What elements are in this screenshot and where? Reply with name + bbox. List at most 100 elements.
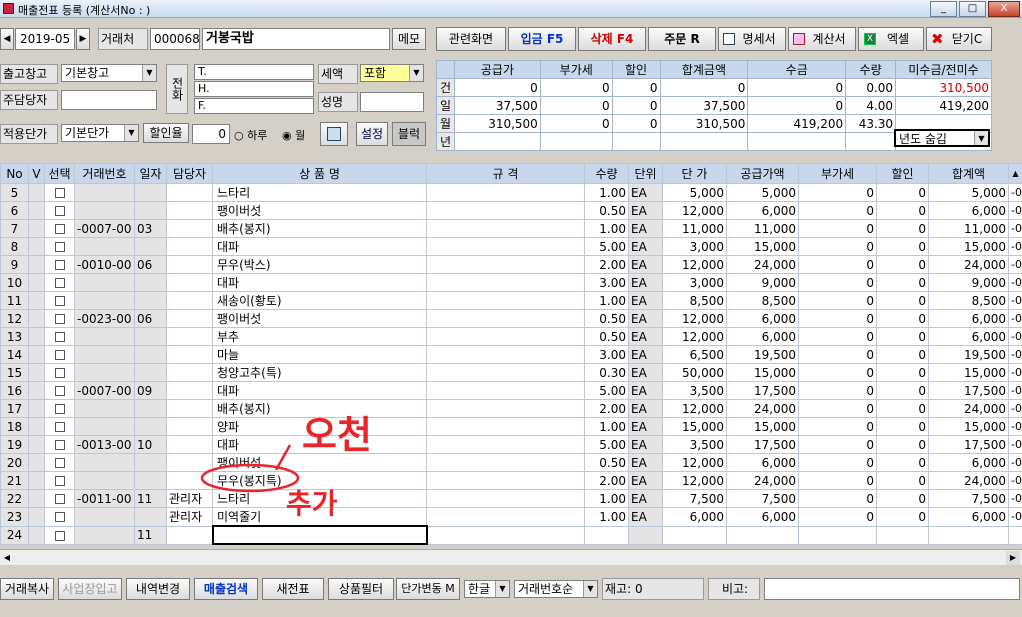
table-row[interactable]: 12 -0023-00 06 팽이버섯 0.50 EA 12,000 6,000 0 0 6,000…: [0, 309, 1022, 328]
row-select-checkbox[interactable]: [44, 327, 75, 346]
checkbox-icon[interactable]: [54, 422, 65, 432]
checkbox-icon[interactable]: [54, 278, 65, 288]
grid-header-2[interactable]: 선택: [44, 163, 75, 184]
copy-transaction-button[interactable]: 거래복사: [0, 578, 54, 600]
radio-day[interactable]: ○ 하루: [234, 127, 267, 143]
scroll-right-icon[interactable]: ▶: [1006, 551, 1020, 565]
row-select-checkbox[interactable]: [44, 255, 75, 274]
radio-month[interactable]: ◉ 월: [282, 127, 305, 143]
scroll-left-icon[interactable]: ◀: [0, 551, 14, 565]
table-row[interactable]: 7 -0007-00 03 배추(봉지) 1.00 EA 11,000 11,000 0 0 11,…: [0, 219, 1022, 238]
checkbox-icon[interactable]: [54, 296, 65, 306]
statement-button[interactable]: 명세서: [718, 27, 786, 51]
close-button[interactable]: ✖ 닫기C: [926, 27, 992, 51]
memo-button[interactable]: 메모: [392, 28, 426, 50]
grid-header-1[interactable]: V: [28, 163, 45, 184]
name-cell[interactable]: 무우(봉지특): [212, 471, 427, 490]
row-select-checkbox[interactable]: [44, 309, 75, 328]
row-select-checkbox[interactable]: [44, 471, 75, 490]
row-select-checkbox[interactable]: [44, 435, 75, 454]
checkbox-icon[interactable]: [54, 404, 65, 414]
name-field[interactable]: [360, 92, 424, 112]
name-cell[interactable]: 청양고추(특): [212, 363, 427, 382]
table-row[interactable]: 6 팽이버섯 0.50 EA 12,000 6,000 0 0 6,000 -0: [0, 201, 1022, 220]
warehouse-select[interactable]: 기본창고 ▼: [61, 64, 157, 82]
name-cell[interactable]: 부추: [212, 327, 427, 346]
checkbox-icon[interactable]: [54, 494, 65, 504]
delete-button[interactable]: 삭제 F4: [578, 27, 646, 51]
minimize-button[interactable]: _: [930, 1, 957, 17]
partner-name-field[interactable]: 거봉국밥: [202, 28, 390, 50]
row-select-checkbox[interactable]: [44, 399, 75, 418]
related-screen-button[interactable]: 관련화면: [436, 27, 506, 51]
remark-field[interactable]: [764, 578, 1020, 600]
checkbox-icon[interactable]: [54, 314, 65, 324]
table-row[interactable]: 24 11: [0, 525, 1022, 545]
grid-header-9[interactable]: 단위: [628, 163, 663, 184]
grid-header-5[interactable]: 담당자: [166, 163, 213, 184]
row-select-checkbox[interactable]: [44, 525, 75, 545]
name-cell[interactable]: 양파: [212, 417, 427, 436]
close-window-button[interactable]: X: [988, 1, 1020, 17]
row-select-checkbox[interactable]: [44, 219, 75, 238]
checkbox-icon[interactable]: [54, 476, 65, 486]
name-cell[interactable]: 대파: [212, 381, 427, 400]
checkbox-icon[interactable]: [54, 206, 65, 216]
excel-button[interactable]: X 엑셀: [858, 27, 924, 51]
table-row[interactable]: 10 대파 3.00 EA 3,000 9,000 0 0 9,000 -0: [0, 273, 1022, 292]
checkbox-icon[interactable]: [54, 530, 65, 541]
name-cell[interactable]: 미역줄기: [212, 507, 427, 527]
staff-field[interactable]: [61, 90, 157, 110]
block-button[interactable]: 블럭: [392, 122, 426, 146]
name-cell[interactable]: 팽이버섯: [212, 201, 427, 220]
table-row[interactable]: 17 배추(봉지) 2.00 EA 12,000 24,000 0 0 24,000 -0: [0, 399, 1022, 418]
name-cell[interactable]: 배추(봉지): [212, 399, 427, 418]
row-select-checkbox[interactable]: [44, 417, 75, 436]
checkbox-icon[interactable]: [54, 458, 65, 468]
checkbox-icon[interactable]: [54, 224, 65, 234]
name-cell[interactable]: 배추(봉지): [212, 219, 427, 238]
name-cell[interactable]: 팽이버섯: [212, 309, 427, 328]
row-select-checkbox[interactable]: [44, 201, 75, 220]
discount-rate-button[interactable]: 할인율: [143, 123, 189, 143]
grid-header-12[interactable]: 부가세: [798, 163, 877, 184]
table-row[interactable]: 9 -0010-00 06 무우(박스) 2.00 EA 12,000 24,000 0 0 24,…: [0, 255, 1022, 274]
row-select-checkbox[interactable]: [44, 273, 75, 292]
grid-header-11[interactable]: 공급가액: [726, 163, 799, 184]
name-cell[interactable]: 대파: [212, 435, 427, 454]
name-cell[interactable]: 느타리: [212, 489, 427, 508]
price-change-button[interactable]: 단가변동 M: [396, 578, 460, 600]
sales-search-button[interactable]: 매출검색: [194, 578, 258, 600]
invoice-button[interactable]: 계산서: [788, 27, 856, 51]
row-select-checkbox[interactable]: [44, 345, 75, 364]
grid-header-10[interactable]: 단 가: [662, 163, 727, 184]
new-slip-button[interactable]: 새전표: [262, 578, 324, 600]
horizontal-scrollbar[interactable]: ◀ ▶: [0, 549, 1022, 565]
row-select-checkbox[interactable]: [44, 453, 75, 472]
row-select-checkbox[interactable]: [44, 237, 75, 256]
maximize-button[interactable]: □: [959, 1, 986, 17]
deposit-button[interactable]: 입금 F5: [508, 27, 576, 51]
name-cell[interactable]: 무우(박스): [212, 255, 427, 274]
table-row[interactable]: 8 대파 5.00 EA 3,000 15,000 0 0 15,000 -0: [0, 237, 1022, 256]
row-select-checkbox[interactable]: [44, 291, 75, 310]
phone-h-field[interactable]: H.: [194, 81, 314, 97]
grid-header-13[interactable]: 할인: [876, 163, 929, 184]
product-filter-button[interactable]: 상품필터: [328, 578, 394, 600]
year-hide-select[interactable]: 년도 숨김 ▼: [894, 129, 990, 147]
checkbox-icon[interactable]: [54, 332, 65, 342]
grid-header-3[interactable]: 거래번호: [74, 163, 135, 184]
discount-rate-field[interactable]: 0: [192, 124, 230, 144]
checkbox-icon[interactable]: [54, 242, 65, 252]
prev-month-button[interactable]: ◀: [0, 28, 14, 50]
phone-t-field[interactable]: T.: [194, 64, 314, 80]
checkbox-icon[interactable]: [54, 386, 65, 396]
date-field[interactable]: 2019-05: [15, 28, 75, 50]
grid-header-14[interactable]: 합계액: [928, 163, 1009, 184]
language-select[interactable]: 한글 ▼: [464, 580, 510, 598]
change-history-button[interactable]: 내역변경: [126, 578, 190, 600]
name-cell[interactable]: 대파: [212, 273, 427, 292]
grid-header-4[interactable]: 일자: [134, 163, 167, 184]
grid-header-0[interactable]: No: [0, 163, 29, 184]
row-select-checkbox[interactable]: [44, 363, 75, 382]
